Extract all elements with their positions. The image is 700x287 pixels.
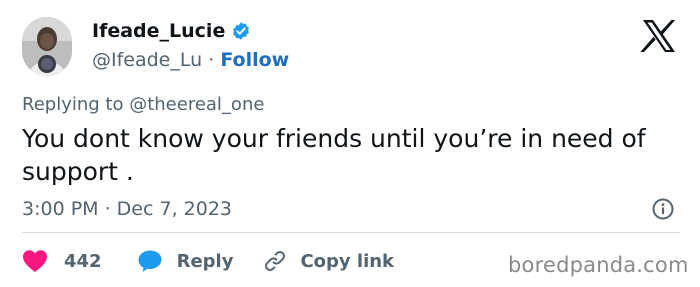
reply-context[interactable]: Replying to @theereal_one [22, 93, 264, 117]
timestamp[interactable]: 3:00 PM · Dec 7, 2023 [22, 197, 232, 221]
x-logo-icon[interactable] [641, 19, 677, 53]
display-name[interactable]: Ifeade_Lucie [92, 19, 225, 43]
divider [22, 232, 680, 233]
handle-separator: · [208, 49, 215, 71]
like-count: 442 [64, 250, 102, 272]
avatar-photo [22, 17, 72, 76]
link-icon [265, 251, 286, 271]
verified-badge-icon [233, 22, 250, 40]
reply-label: Reply [176, 250, 234, 272]
copy-link-button[interactable]: Copy link [263, 249, 394, 273]
handle-line: @Ifeade_Lu · Follow [92, 48, 289, 72]
watermark: boredpanda.com [508, 253, 689, 277]
action-bar: 442 Reply Copy link [22, 248, 394, 274]
follow-button[interactable]: Follow [220, 49, 289, 71]
tweet-text: You dont know your friends until you’re … [22, 124, 646, 186]
handle[interactable]: @Ifeade_Lu [92, 49, 202, 71]
reply-button[interactable]: Reply [137, 249, 234, 273]
heart-icon [23, 250, 47, 272]
copy-link-label: Copy link [300, 250, 395, 272]
display-name-row[interactable]: Ifeade_Lucie [92, 19, 251, 43]
info-icon[interactable] [651, 197, 675, 221]
avatar[interactable] [22, 17, 72, 76]
like-button[interactable]: 442 [22, 249, 102, 273]
speech-bubble-icon [138, 250, 162, 272]
